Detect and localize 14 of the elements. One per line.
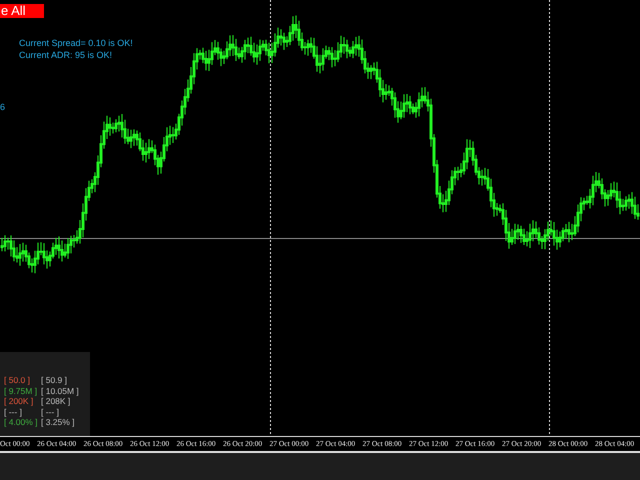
reference-value: [ --- ] xyxy=(41,406,59,417)
current-value: [ --- ] xyxy=(4,406,23,417)
current-value: [ 50.0 ] xyxy=(4,375,31,386)
current-value: [ 9.75M ] xyxy=(4,386,38,396)
status-message: Current ADR: 95 is OK! xyxy=(19,49,114,61)
reference-value: [ 3.25% ] xyxy=(41,417,75,428)
side-label: 6 xyxy=(0,102,6,112)
close-all-button[interactable]: e All xyxy=(0,4,44,18)
current-value: [ 200K ] xyxy=(4,396,34,406)
current-value: [ 4.00% ] xyxy=(4,417,39,428)
reference-value: [ 208K ] xyxy=(41,396,70,406)
reference-value: [ 10.05M ] xyxy=(41,386,79,396)
status-message: Current Spread= 0.10 is OK! xyxy=(19,37,133,49)
reference-value: [ 50.9 ] xyxy=(41,375,67,386)
